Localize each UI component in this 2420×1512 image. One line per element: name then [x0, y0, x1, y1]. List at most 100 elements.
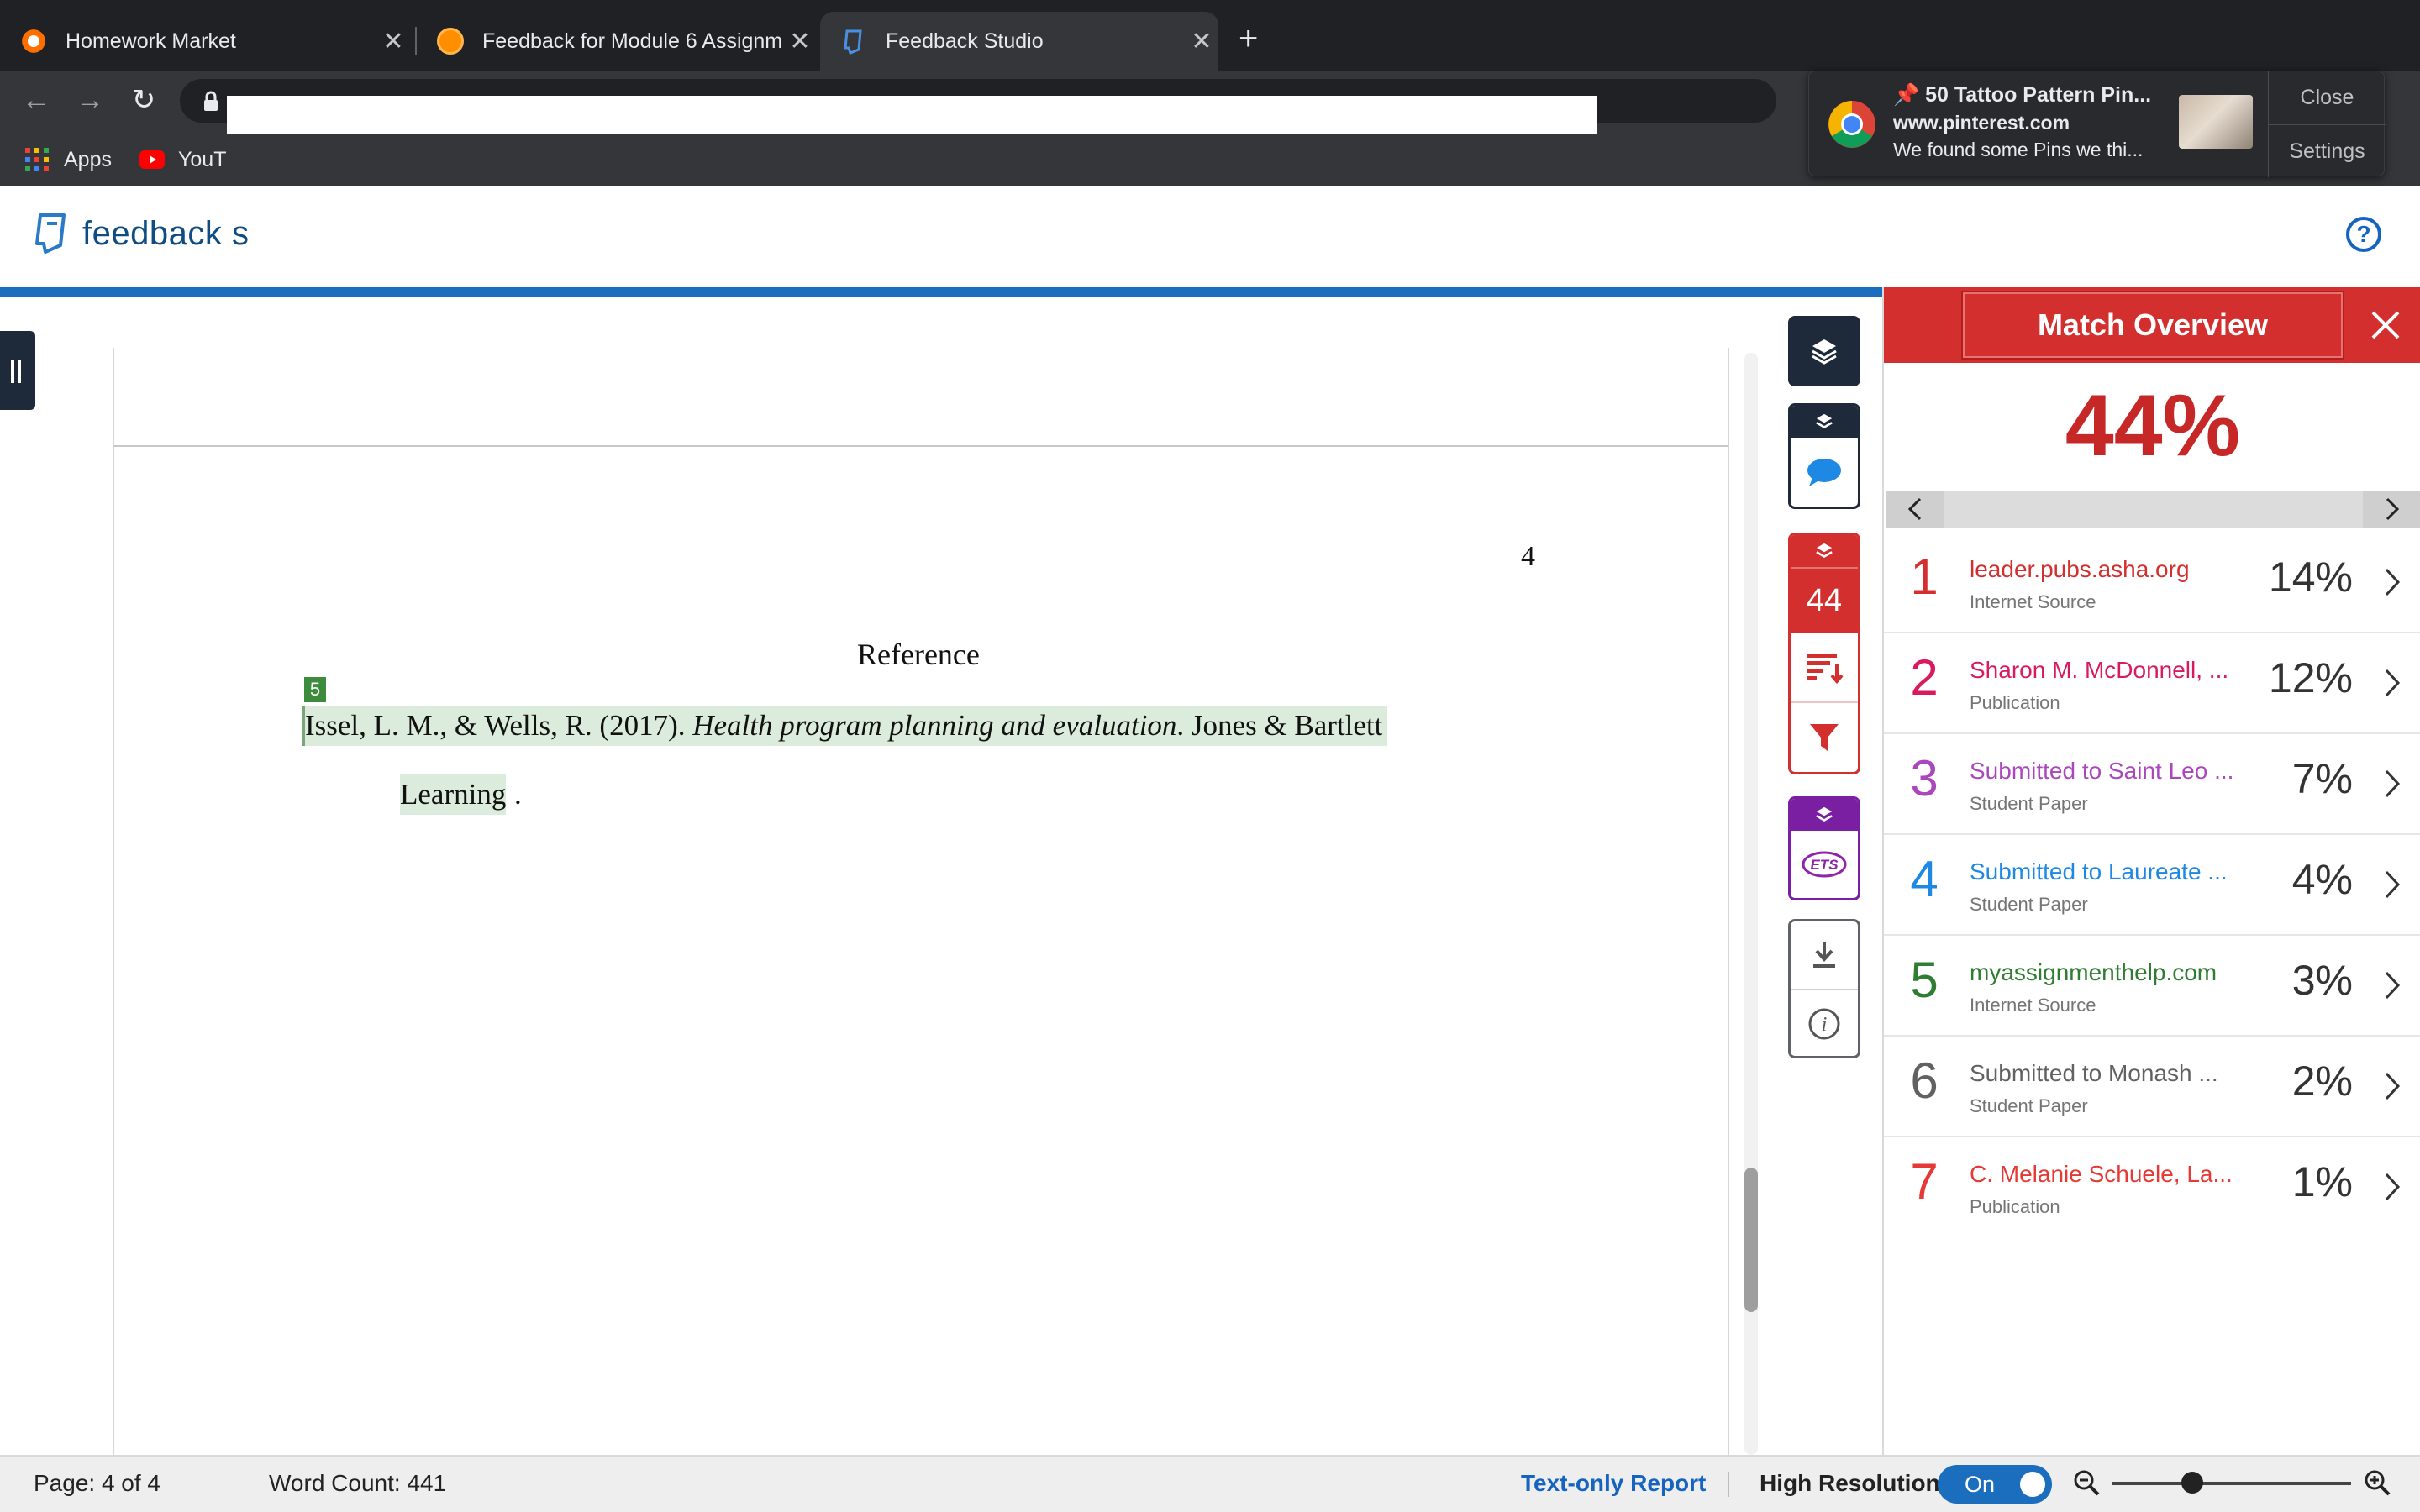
match-source: Submitted to Saint Leo ...	[1970, 758, 2234, 784]
match-source-type: Publication	[1970, 1196, 2060, 1217]
feedback-studio-favicon-icon	[840, 28, 867, 55]
match-row-3[interactable]: 3 Submitted to Saint Leo ... Student Pap…	[1884, 734, 2420, 835]
match-percent: 4%	[2291, 856, 2353, 903]
status-divider	[1728, 1472, 1729, 1497]
youtube-icon	[139, 150, 165, 169]
highlighted-match-text[interactable]: Learning	[400, 774, 507, 815]
notification-title: 📌 50 Tattoo Pattern Pin...	[1893, 83, 2152, 107]
comments-button[interactable]	[1791, 438, 1858, 507]
zoom-out-icon[interactable]	[2072, 1468, 2101, 1497]
highlighted-match-text[interactable]: Issel, L. M., & Wells, R. (2017). Health…	[302, 706, 1388, 746]
match-row-5[interactable]: 5 myassignmenthelp.com Internet Source 3…	[1884, 936, 2420, 1037]
ets-logo-icon: ETS	[1802, 851, 1847, 878]
high-resolution-toggle[interactable]: On	[1938, 1465, 2052, 1504]
match-source: Sharon M. McDonnell, ...	[1970, 657, 2229, 683]
feedback-layer-header[interactable]	[1791, 406, 1858, 438]
filter-button[interactable]	[1791, 703, 1858, 772]
back-arrow-icon[interactable]: ←	[17, 81, 55, 119]
match-row-1[interactable]: 1 leader.pubs.asha.org Internet Source 1…	[1884, 533, 2420, 633]
match-percent: 2%	[2291, 1058, 2353, 1105]
reload-icon[interactable]: ↻	[124, 81, 163, 119]
lock-icon	[204, 91, 218, 111]
tab-homework-market[interactable]: Homework Market ✕	[0, 12, 410, 71]
match-source-tag[interactable]: 5	[304, 677, 326, 702]
all-sources-button[interactable]	[1791, 633, 1858, 703]
high-resolution-label: High Resolution	[1760, 1470, 1940, 1496]
match-row-2[interactable]: 2 Sharon M. McDonnell, ... Publication 1…	[1884, 633, 2420, 734]
reference-publisher: . Jones & Bartlett	[1176, 709, 1383, 742]
ets-layer-header[interactable]	[1791, 799, 1858, 831]
bookmark-youtube[interactable]: YouTube	[139, 143, 227, 176]
bookmark-apps[interactable]: Apps	[25, 143, 112, 176]
new-tab-plus-icon[interactable]: +	[1239, 22, 1258, 55]
match-row-6[interactable]: 6 Submitted to Monash ... Student Paper …	[1884, 1037, 2420, 1137]
similarity-layer-header[interactable]	[1791, 535, 1858, 567]
submission-info-button[interactable]: i	[1791, 990, 1858, 1056]
chevron-right-icon[interactable]	[2375, 966, 2408, 1005]
apps-grid-icon	[25, 148, 49, 171]
close-tab-icon[interactable]: ✕	[1185, 27, 1218, 56]
previous-match-button[interactable]	[1886, 491, 1944, 528]
document-scrollbar-thumb[interactable]	[1744, 1168, 1758, 1312]
overall-similarity-percent: 44%	[2065, 377, 2241, 475]
match-source: leader.pubs.asha.org	[1970, 556, 2190, 582]
match-percent: 7%	[2291, 755, 2353, 802]
notification-close-button[interactable]: Close	[2269, 71, 2386, 124]
zoom-slider-track[interactable]	[2112, 1482, 2351, 1485]
match-row-4[interactable]: 4 Submitted to Laureate ... Student Pape…	[1884, 835, 2420, 936]
tab-title: Feedback for Module 6 Assignment	[482, 29, 783, 53]
match-rank: 2	[1910, 649, 1939, 706]
chevron-right-icon[interactable]	[2375, 1168, 2408, 1206]
match-rank: 3	[1910, 750, 1939, 806]
close-tab-icon[interactable]: ✕	[376, 27, 410, 56]
tab-feedback-studio[interactable]: Feedback Studio ✕	[820, 12, 1218, 71]
match-source-type: Student Paper	[1970, 894, 2088, 915]
close-tab-icon[interactable]: ✕	[783, 27, 817, 56]
notification-settings-button[interactable]: Settings	[2269, 124, 2386, 177]
download-button[interactable]	[1791, 921, 1858, 990]
match-rank: 6	[1910, 1053, 1939, 1109]
match-source: Submitted to Monash ...	[1970, 1060, 2218, 1086]
match-overview-panel: Match Overview 44% 1 leader.pubs.asha.or…	[1882, 287, 2420, 1455]
utility-tool-group: i	[1788, 919, 1860, 1058]
match-row-7[interactable]: 7 C. Melanie Schuele, La... Publication …	[1884, 1137, 2420, 1238]
help-icon[interactable]: ?	[2346, 217, 2381, 252]
chevron-right-icon[interactable]	[2375, 764, 2408, 803]
chevron-right-icon[interactable]	[2375, 664, 2408, 702]
tab-feedback-module-6[interactable]: Feedback for Module 6 Assignment ✕	[417, 12, 817, 71]
next-match-button[interactable]	[2363, 491, 2420, 528]
tab-title: Feedback Studio	[886, 29, 1044, 53]
match-rank: 7	[1910, 1153, 1939, 1210]
match-source-type: Publication	[1970, 692, 2060, 713]
chevron-left-icon	[1907, 497, 1922, 521]
speech-bubble-icon	[1807, 459, 1841, 486]
close-panel-icon[interactable]	[2365, 304, 2407, 346]
side-panel-toggle-handle[interactable]	[0, 331, 35, 410]
chevron-right-icon[interactable]	[2375, 563, 2408, 601]
notification-site: www.pinterest.com	[1893, 112, 2070, 134]
forward-arrow-icon[interactable]: →	[71, 81, 109, 119]
chevron-right-icon[interactable]	[2375, 865, 2408, 904]
similarity-score-button[interactable]: 44	[1791, 567, 1858, 633]
chevron-right-icon[interactable]	[2375, 1067, 2408, 1105]
match-rank: 1	[1910, 549, 1939, 605]
match-source: myassignmenthelp.com	[1970, 959, 2217, 985]
reference-heading: Reference	[857, 638, 980, 671]
chrome-notification[interactable]: 📌 50 Tattoo Pattern Pin... www.pinterest…	[1808, 71, 2386, 177]
info-icon: i	[1808, 1008, 1840, 1040]
svg-text:i: i	[1822, 1014, 1828, 1036]
chrome-logo-icon	[1828, 101, 1876, 148]
layers-icon	[1816, 806, 1833, 822]
zoom-in-icon[interactable]	[2363, 1468, 2391, 1497]
zoom-slider-handle[interactable]	[2181, 1472, 2203, 1494]
bookmark-label: Apps	[64, 147, 112, 171]
match-source-type: Student Paper	[1970, 1095, 2088, 1116]
ets-tool-group: ETS	[1788, 796, 1860, 900]
feedback-studio-logo[interactable]: feedback s	[32, 212, 249, 255]
bartleby-favicon-icon	[437, 28, 464, 55]
notification-actions: Close Settings	[2268, 71, 2386, 177]
layers-button[interactable]	[1788, 316, 1860, 386]
ets-e-rater-button[interactable]: ETS	[1791, 831, 1858, 898]
word-count: Word Count: 441	[269, 1470, 447, 1496]
text-only-report-link[interactable]: Text-only Report	[1521, 1470, 1706, 1497]
